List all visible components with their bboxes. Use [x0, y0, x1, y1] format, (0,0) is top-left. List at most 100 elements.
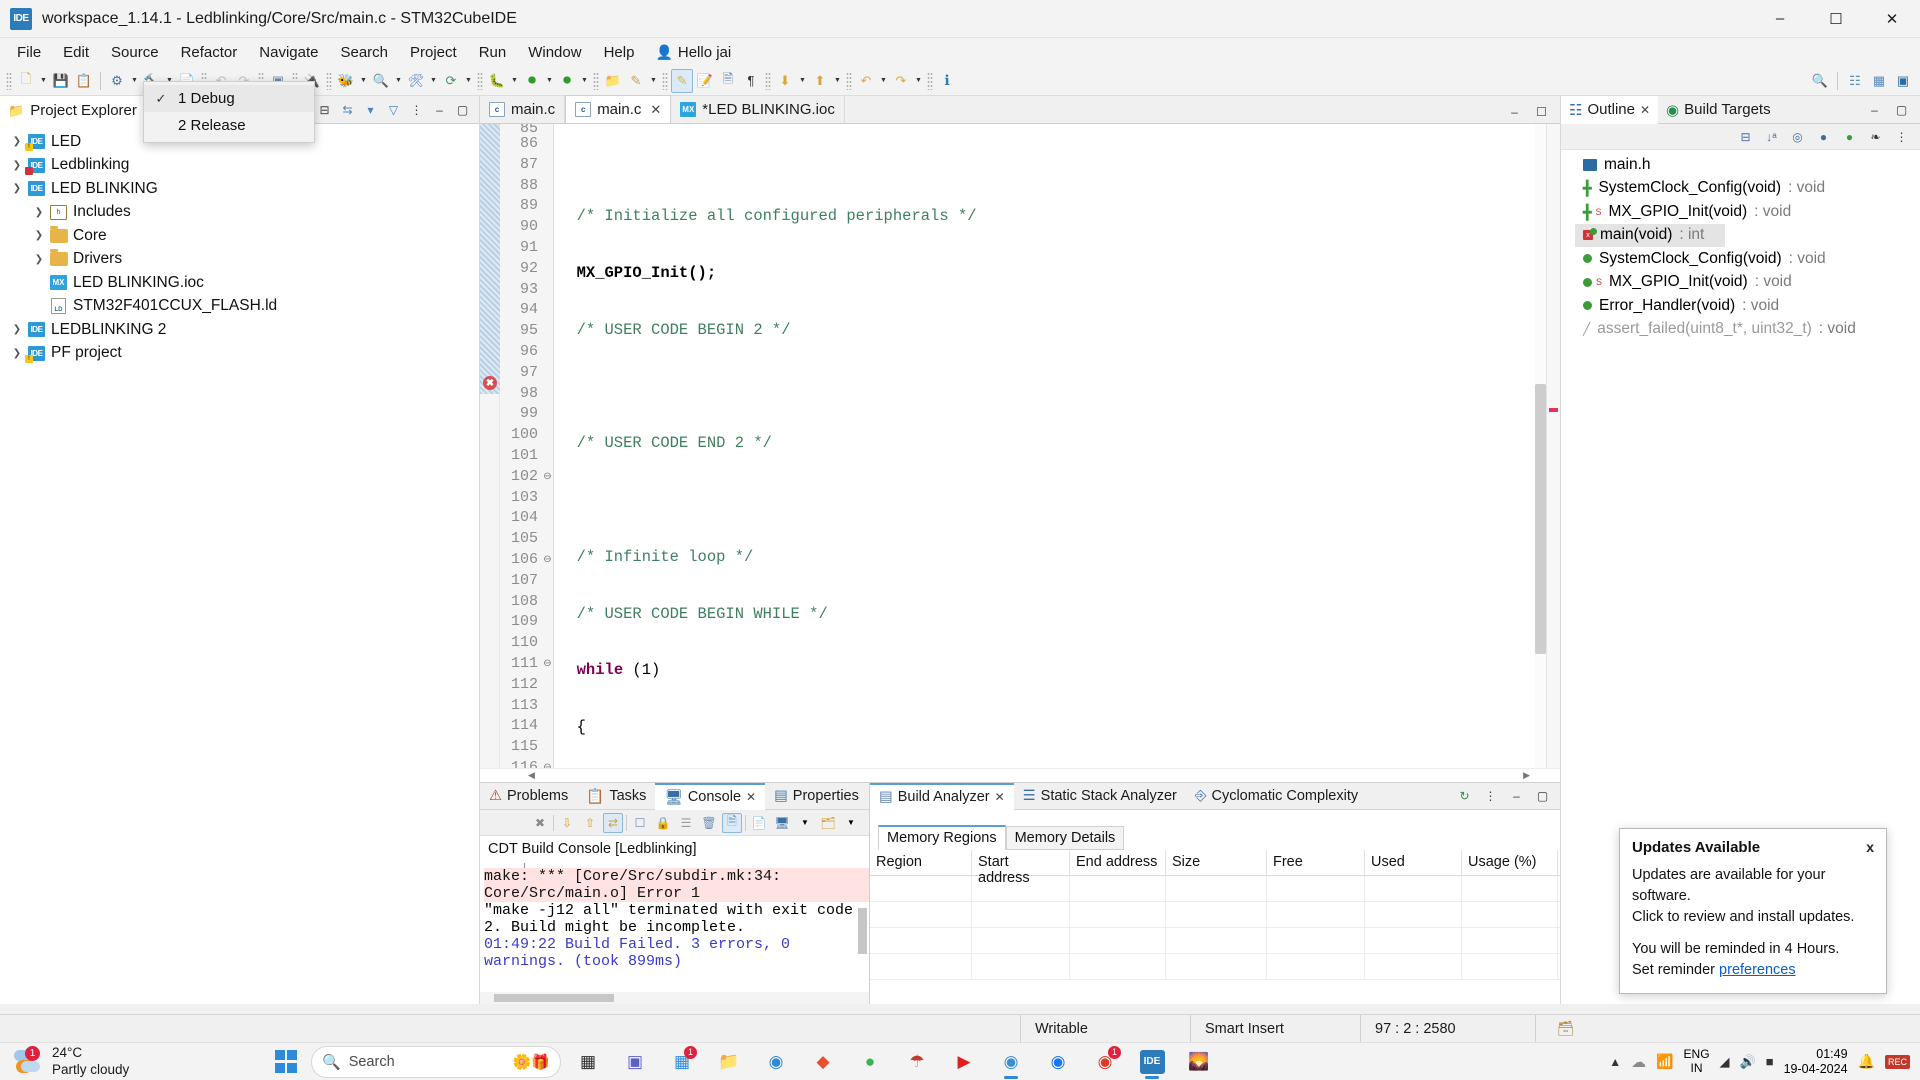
fold-collapse-icon[interactable]: ⊖ — [542, 550, 553, 571]
link-with-editor-icon[interactable]: ⇆ — [339, 101, 356, 118]
minimize-icon[interactable]: – — [1508, 788, 1525, 805]
new-dropdown-icon[interactable]: ▼ — [38, 77, 49, 84]
updates-available-popup[interactable]: Updates Available x Updates are availabl… — [1619, 827, 1887, 994]
maximize-icon[interactable]: ▢ — [1534, 788, 1551, 805]
tab-build-targets[interactable]: ◉ Build Targets — [1658, 96, 1779, 124]
twisty-icon[interactable]: ❯ — [30, 230, 48, 241]
app-colored-icon[interactable]: ● — [850, 1044, 890, 1080]
outline-item-main-h[interactable]: main.h — [1561, 153, 1920, 177]
subtab-memory-details[interactable]: Memory Details — [1005, 826, 1125, 850]
collapse-all-icon[interactable]: ⊟ — [316, 101, 333, 118]
refresh-icon[interactable]: ↻ — [1456, 788, 1473, 805]
language-indicator[interactable]: ENG IN — [1684, 1047, 1710, 1076]
editor-hscrollbar[interactable]: ◀ ▶ — [480, 768, 1560, 782]
twisty-icon[interactable]: ❯ — [30, 207, 48, 218]
twisty-icon[interactable]: ❯ — [30, 254, 48, 265]
fold-collapse-icon[interactable]: ⊖ — [542, 467, 553, 488]
menu-refactor[interactable]: Refactor — [170, 41, 249, 64]
run-green-icon[interactable]: ⏺ — [521, 69, 543, 93]
onedrive-icon[interactable]: ☁ — [1631, 1053, 1646, 1071]
annotation-overview-ruler[interactable] — [1546, 124, 1560, 768]
view-menu-icon[interactable]: ▾ — [362, 101, 379, 118]
stm32cubeide-icon[interactable]: IDE — [1132, 1044, 1172, 1080]
column-start-address[interactable]: Start address — [972, 850, 1070, 886]
close-icon[interactable]: x — [1866, 839, 1874, 855]
edge-icon[interactable]: ◉ — [756, 1044, 796, 1080]
info-icon[interactable]: ℹ — [936, 69, 958, 93]
prev-dropdown-icon[interactable]: ▼ — [832, 77, 843, 84]
run-dropdown-icon[interactable]: ▼ — [393, 77, 404, 84]
minimize-icon[interactable]: – — [1506, 103, 1523, 120]
close-icon[interactable]: ✕ — [746, 790, 756, 804]
new-icon[interactable]: 🗋 — [15, 69, 37, 93]
photos-icon[interactable]: 🌄 — [1179, 1044, 1219, 1080]
outline-item-main[interactable]: x main(void) : int — [1575, 223, 1725, 247]
network-icon[interactable]: 📶 — [1656, 1053, 1673, 1070]
youtube-icon[interactable]: ▶ — [944, 1044, 984, 1080]
menu-file[interactable]: File — [6, 41, 52, 64]
tray-chevron-icon[interactable]: ▲ — [1609, 1055, 1621, 1069]
table-row[interactable] — [870, 954, 1560, 980]
table-row[interactable] — [870, 876, 1560, 902]
tab-problems[interactable]: ⚠ Problems — [480, 783, 577, 810]
twisty-expanded-icon[interactable]: ❯ — [8, 183, 26, 194]
menu-source[interactable]: Source — [100, 41, 170, 64]
tab-console[interactable]: 🖥 Console ✕ — [655, 782, 766, 810]
new-console-icon[interactable]: 📄 — [749, 813, 769, 833]
debug-icon[interactable]: 🐝 — [335, 69, 357, 93]
console-vscrollbar-thumb[interactable] — [858, 908, 867, 954]
facebook-icon[interactable]: ◉ — [1038, 1044, 1078, 1080]
minimize-icon[interactable]: – — [1866, 101, 1883, 118]
console-dropdown-icon[interactable]: ▼ — [795, 813, 815, 833]
maximize-icon[interactable]: ☐ — [1533, 103, 1550, 120]
run-icon[interactable]: 🔍 — [370, 69, 392, 93]
minimize-button[interactable]: – — [1752, 0, 1808, 38]
pencil-icon[interactable]: ✎ — [625, 69, 647, 93]
toolbar-grip-11[interactable] — [927, 71, 933, 90]
clear-all-icon[interactable]: 🗑 — [699, 813, 719, 833]
notifications-icon[interactable]: 🔔 — [1858, 1053, 1875, 1070]
console-output[interactable]: | ~ make: *** [Core/Src/subdir.mk:34: Co… — [480, 860, 869, 992]
code-editor[interactable]: ✖ 85 86 87 88 89 90 91 92 93 94 95 96 97… — [480, 124, 1560, 768]
next-edit-icon[interactable]: ⬇ — [774, 69, 796, 93]
volume-icon[interactable]: 🔊 — [1740, 1054, 1756, 1070]
tree-item-drivers[interactable]: ❯ Drivers — [0, 248, 479, 272]
stop-red-icon[interactable]: ⏺ — [556, 69, 578, 93]
user-menu[interactable]: 👤 Hello jai — [645, 41, 741, 64]
run-green-dropdown-icon[interactable]: ▼ — [544, 77, 555, 84]
column-usage-percent[interactable]: Usage (%) — [1462, 850, 1558, 875]
screen-recorder-badge[interactable]: REC — [1884, 1054, 1910, 1069]
source-text[interactable]: /* Initialize all configured peripherals… — [554, 124, 1560, 768]
app-orange-diamond-icon[interactable]: ◆ — [803, 1044, 843, 1080]
scroll-up-icon[interactable]: ⇧ — [580, 813, 600, 833]
profile-dropdown-icon[interactable]: ▼ — [463, 77, 474, 84]
menu-run[interactable]: Run — [468, 41, 518, 64]
forward-dropdown-icon[interactable]: ▼ — [913, 77, 924, 84]
tab-tasks[interactable]: 📋 Tasks — [577, 783, 655, 810]
open-folder-icon[interactable]: 📁 — [602, 69, 624, 93]
weather-widget[interactable]: 1 24°C Partly cloudy — [0, 1045, 250, 1079]
search-input[interactable]: 🔍 Search 🌼🎁 — [311, 1045, 561, 1078]
bug-icon[interactable]: 🐛 — [486, 69, 508, 93]
editor-tab-main-c-1[interactable]: c main.c — [480, 96, 566, 123]
console-hscrollbar[interactable] — [480, 992, 869, 1004]
tree-item-ledblinking-2[interactable]: ❯ IDE LEDBLINKING 2 — [0, 318, 479, 342]
error-marker-icon[interactable]: ✖ — [483, 376, 497, 390]
previous-annotation-icon[interactable]: 🗎 — [717, 69, 739, 93]
column-used[interactable]: Used — [1365, 850, 1462, 875]
tab-static-stack-analyzer[interactable]: ☰ Static Stack Analyzer — [1014, 783, 1186, 810]
close-button[interactable]: ✕ — [1864, 0, 1920, 38]
outline-item-assert-failed[interactable]: ╱ assert_failed(uint8_t*, uint32_t) : vo… — [1561, 318, 1920, 342]
table-row[interactable] — [870, 928, 1560, 954]
toolbar-grip-6[interactable] — [477, 71, 483, 90]
outline-item-systemclock-config[interactable]: SystemClock_Config(void) : void — [1561, 247, 1920, 271]
console-hscrollbar-thumb[interactable] — [494, 994, 614, 1002]
next-annotation-icon[interactable]: 📝 — [694, 69, 716, 93]
highlight-icon[interactable]: ✎ — [671, 68, 693, 93]
prev-edit-icon[interactable]: ⬆ — [809, 69, 831, 93]
collapse-all-icon[interactable]: ⊟ — [1737, 128, 1754, 145]
forward-icon[interactable]: ↷ — [890, 69, 912, 93]
close-icon[interactable]: ✕ — [650, 102, 661, 118]
lock-console-icon[interactable]: 🔒 — [653, 813, 673, 833]
clock[interactable]: 01:49 19-04-2024 — [1784, 1047, 1848, 1077]
